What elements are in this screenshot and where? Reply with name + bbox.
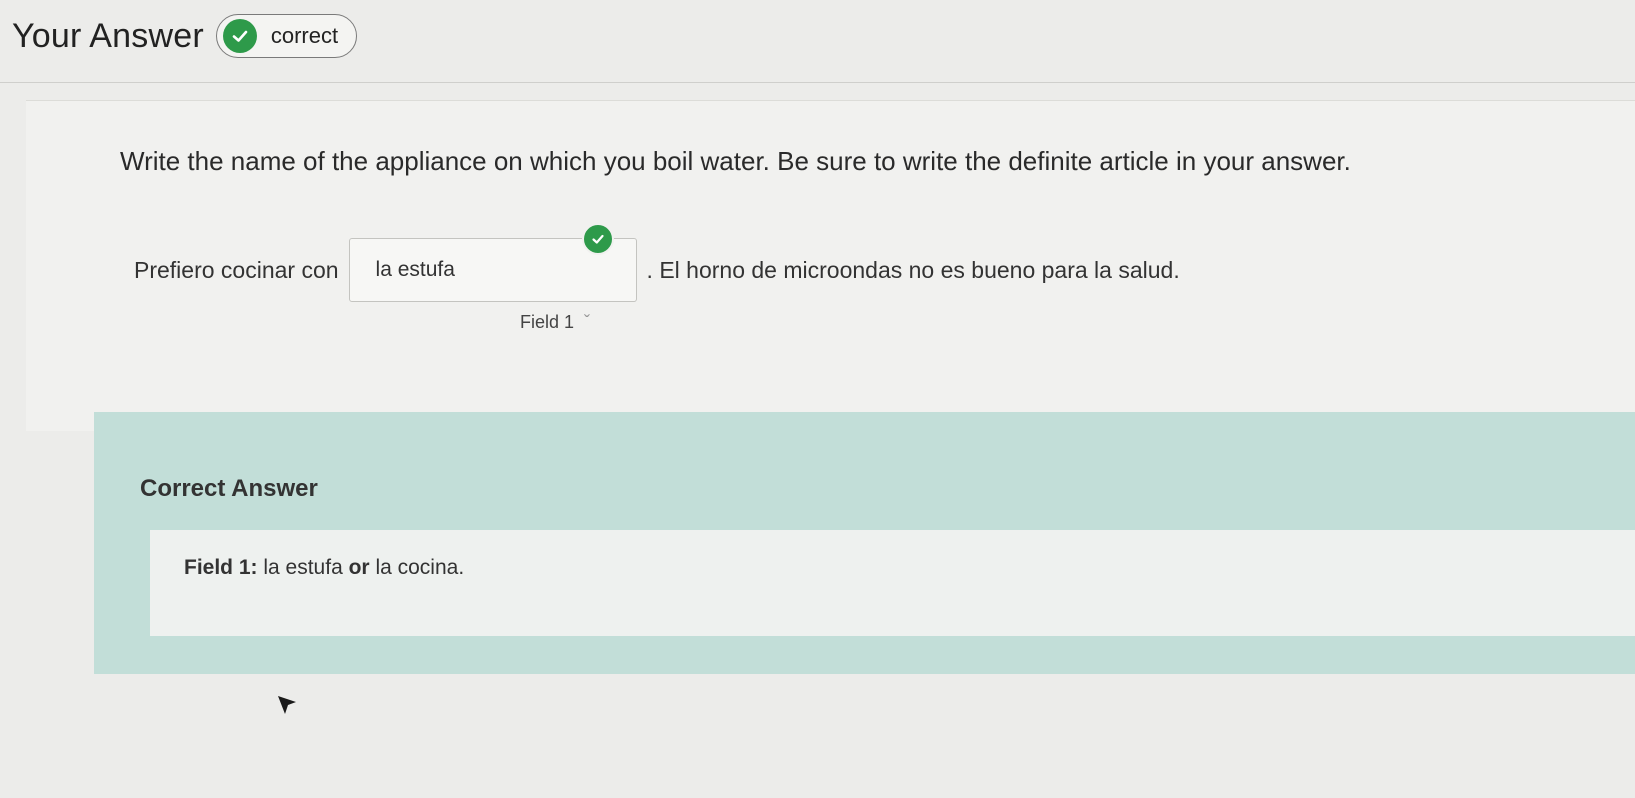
check-circle-icon (581, 223, 614, 255)
answer-option-1: la estufa (263, 556, 343, 579)
answer-header: Your Answer correct (0, 14, 358, 58)
correct-answer-title: Correct Answer (140, 475, 318, 502)
question-prompt: Write the name of the appliance on which… (120, 146, 1351, 176)
correct-answer-text: Field 1: la estufa or la cocina. (184, 556, 464, 580)
trailing-period: . (458, 556, 465, 579)
field-marker: ˇ (584, 312, 591, 332)
check-circle-icon (222, 19, 257, 53)
answer-option-2: la cocina (375, 556, 459, 579)
correct-status-badge: correct (215, 14, 358, 58)
field-label-text: Field 1 (520, 312, 575, 332)
answer-input-value: la estufa (375, 258, 455, 281)
sentence-before-text: Prefiero cocinar con (134, 256, 339, 283)
fill-in-sentence: Prefiero cocinar con la estufa . El horn… (134, 223, 1180, 302)
correct-answer-panel (150, 530, 1635, 636)
answer-input-field[interactable]: la estufa (348, 223, 637, 302)
mouse-pointer-icon (276, 694, 298, 721)
field-prefix: Field 1: (184, 556, 258, 579)
status-label: correct (270, 23, 339, 48)
header-divider (0, 82, 1635, 83)
your-answer-title: Your Answer (12, 16, 204, 55)
or-word: or (348, 556, 370, 579)
sentence-after-text: . El horno de microondas no es bueno par… (646, 256, 1180, 283)
field-label: Field 1 ˇ (520, 312, 590, 333)
